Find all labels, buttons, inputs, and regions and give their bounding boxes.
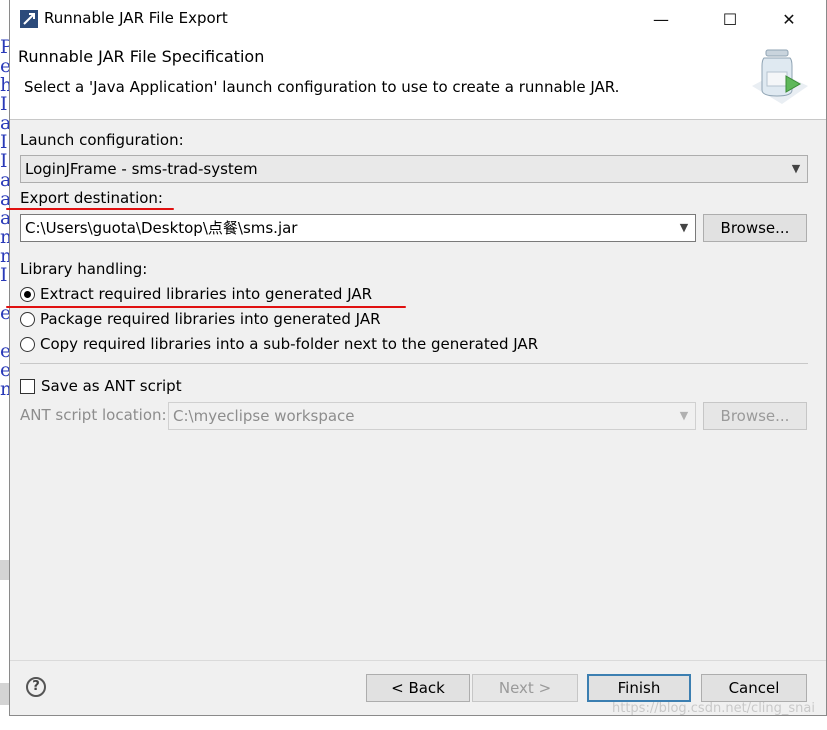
back-button[interactable]: < Back	[366, 674, 470, 702]
close-icon: ✕	[782, 9, 796, 29]
library-option-copy[interactable]: Copy required libraries into a sub-folde…	[20, 335, 538, 353]
help-icon: ?	[32, 679, 40, 694]
library-handling-label: Library handling:	[20, 260, 148, 278]
minimize-icon: —	[653, 9, 669, 29]
save-ant-script-label: Save as ANT script	[41, 377, 182, 395]
section-divider	[20, 363, 808, 364]
save-ant-script-option[interactable]: Save as ANT script	[20, 377, 182, 395]
radio-button[interactable]	[20, 311, 35, 327]
library-option-label: Package required libraries into generate…	[40, 310, 381, 328]
maximize-icon: ☐	[722, 9, 738, 29]
ant-browse-button[interactable]: Browse...	[703, 402, 807, 430]
footer-divider	[10, 660, 826, 661]
radio-button[interactable]	[20, 336, 35, 352]
library-option-label: Extract required libraries into generate…	[40, 285, 373, 303]
close-button[interactable]: ✕	[766, 4, 812, 34]
ant-script-location-value: C:\myeclipse workspace	[173, 407, 355, 425]
annotation-underline	[6, 208, 174, 210]
jar-export-icon	[752, 49, 808, 104]
checkbox[interactable]	[20, 378, 35, 394]
wizard-banner: Runnable JAR File Specification Select a…	[10, 38, 826, 120]
watermark: https://blog.csdn.net/cling_snai	[611, 701, 815, 716]
launch-configuration-select[interactable]: LoginJFrame - sms-trad-system ▼	[20, 155, 808, 183]
chevron-down-icon: ▼	[679, 221, 689, 234]
window-title: Runnable JAR File Export	[44, 9, 228, 27]
library-option-label: Copy required libraries into a sub-folde…	[40, 335, 539, 353]
background-window-left-edge: PehIaIIaaammIeeem	[0, 38, 9, 399]
ant-script-location-input[interactable]: C:\myeclipse workspace ▼	[168, 402, 696, 430]
cancel-button[interactable]: Cancel	[701, 674, 807, 702]
page-title: Runnable JAR File Specification	[18, 47, 265, 66]
ant-script-location-label: ANT script location:	[20, 406, 167, 424]
minimize-button[interactable]: —	[638, 4, 684, 34]
background-window-gray-strip	[0, 683, 9, 705]
export-destination-label: Export destination:	[20, 189, 163, 207]
finish-button[interactable]: Finish	[587, 674, 691, 702]
launch-configuration-value: LoginJFrame - sms-trad-system	[25, 160, 258, 178]
radio-button-checked[interactable]	[20, 286, 35, 302]
help-button[interactable]: ?	[26, 677, 46, 697]
export-destination-value: C:\Users\guota\Desktop\点餐\sms.jar	[25, 219, 298, 237]
library-option-package[interactable]: Package required libraries into generate…	[20, 310, 381, 328]
annotation-underline	[6, 306, 406, 308]
export-browse-button[interactable]: Browse...	[703, 214, 807, 242]
chevron-down-icon: ▼	[791, 162, 801, 175]
launch-configuration-label: Launch configuration:	[20, 131, 184, 149]
chevron-down-icon: ▼	[679, 409, 689, 422]
export-dialog: Runnable JAR File Export — ☐ ✕ Runnable …	[6, 0, 827, 716]
maximize-button[interactable]: ☐	[707, 4, 753, 34]
page-description: Select a 'Java Application' launch confi…	[24, 78, 620, 96]
title-bar: Runnable JAR File Export — ☐ ✕	[10, 0, 826, 38]
eclipse-export-icon	[20, 10, 38, 28]
background-window-gray-strip	[0, 560, 9, 580]
next-button[interactable]: Next >	[472, 674, 578, 702]
export-destination-input[interactable]: C:\Users\guota\Desktop\点餐\sms.jar ▼	[20, 214, 696, 242]
library-option-extract[interactable]: Extract required libraries into generate…	[20, 285, 372, 303]
